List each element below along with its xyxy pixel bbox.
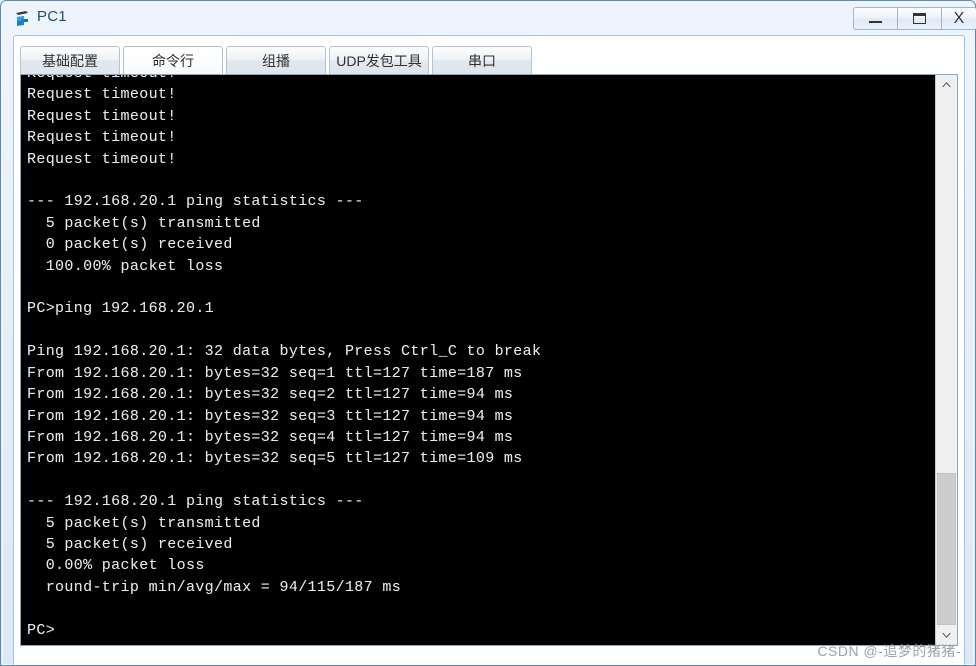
- window-title: PC1: [37, 8, 67, 25]
- chevron-up-icon: [942, 82, 951, 87]
- close-icon: X: [953, 9, 965, 27]
- minimize-button[interactable]: [853, 7, 897, 30]
- scrollbar-thumb[interactable]: [937, 473, 956, 625]
- title-bar[interactable]: PC1 X: [3, 3, 976, 34]
- scrollbar-track[interactable]: [936, 94, 957, 473]
- scrollbar-up-button[interactable]: [936, 75, 957, 94]
- maximize-icon: [913, 13, 926, 24]
- tab-label: 串口: [468, 53, 496, 69]
- terminal-output: Request timeout! Request timeout! Reques…: [27, 75, 542, 639]
- tab-strip: 基础配置 命令行 组播 UDP发包工具 串口: [14, 42, 966, 76]
- chevron-down-icon: [942, 633, 951, 638]
- content-panel: 基础配置 命令行 组播 UDP发包工具 串口 Request timeout! …: [13, 35, 965, 665]
- terminal-area: Request timeout! Request timeout! Reques…: [20, 74, 958, 646]
- pc1-window: PC1 X 基础配置 命令行 组播 UDP发包工具 串口 Request tim…: [0, 0, 976, 666]
- tab-label: 组播: [262, 53, 290, 69]
- tab-serial-port[interactable]: 串口: [432, 46, 532, 76]
- tab-command-line[interactable]: 命令行: [123, 46, 223, 76]
- tab-multicast[interactable]: 组播: [226, 46, 326, 76]
- tab-udp-tool[interactable]: UDP发包工具: [329, 46, 429, 76]
- csdn-watermark: CSDN @-追梦的猪猪-: [817, 643, 961, 659]
- tab-label: 命令行: [152, 53, 194, 69]
- terminal-console[interactable]: Request timeout! Request timeout! Reques…: [21, 75, 935, 645]
- close-button[interactable]: X: [941, 7, 976, 30]
- terminal-scrollbar[interactable]: [935, 75, 957, 645]
- tab-label: UDP发包工具: [336, 53, 422, 69]
- tab-label: 基础配置: [42, 53, 98, 69]
- maximize-button[interactable]: [897, 7, 941, 30]
- pc-device-icon: [13, 9, 33, 29]
- minimize-icon: [869, 21, 882, 23]
- tab-basic-config[interactable]: 基础配置: [20, 46, 120, 76]
